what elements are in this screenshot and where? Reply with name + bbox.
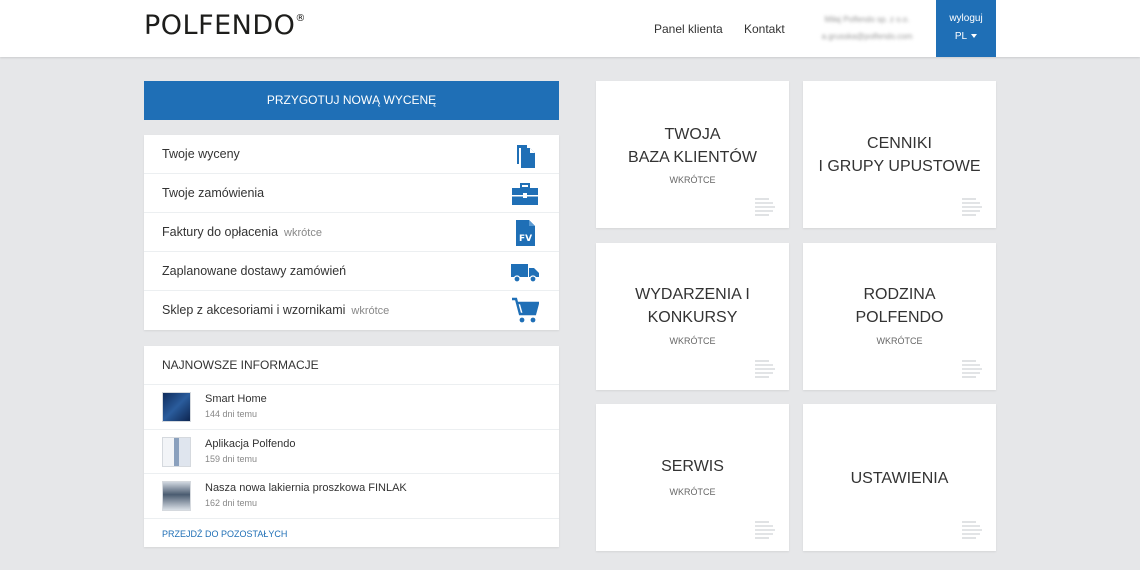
tile-coming-soon: WKRÓTCE	[669, 336, 716, 346]
news-item[interactable]: Nasza nowa lakiernia proszkowa FINLAK 16…	[144, 474, 559, 519]
client-menu: Twoje wyceny Twoje zamówienia Faktury do…	[144, 135, 559, 330]
registered-mark: ®	[295, 13, 306, 24]
user-email: a.grusska@polfendo.com	[821, 32, 913, 41]
truck-icon	[511, 264, 539, 283]
tile-coming-soon: WKRÓTCE	[876, 336, 923, 346]
coming-soon-label: wkrótce	[351, 305, 390, 317]
briefcase-icon	[512, 183, 538, 205]
logo-text: POLFENDO	[144, 10, 296, 41]
svg-text:FV: FV	[519, 234, 532, 244]
news-item-title: Aplikacja Polfendo	[205, 437, 296, 450]
lines-icon	[962, 360, 982, 378]
tile-service[interactable]: SERWIS WKRÓTCE	[596, 404, 789, 551]
tile-title: USTAWIENIA	[850, 470, 949, 487]
tile-settings[interactable]: USTAWIENIA	[803, 404, 996, 551]
menu-item-label: Sklep z akcesoriami i wzornikami	[162, 303, 346, 317]
menu-item-label: Faktury do opłacenia	[162, 225, 279, 239]
user-company: Miłaj Polfendo sp. z o.o.	[824, 15, 910, 24]
menu-item-orders[interactable]: Twoje zamówienia	[144, 174, 559, 213]
cart-icon	[512, 297, 539, 323]
coming-soon-label: wkrótce	[284, 227, 322, 239]
news-thumbnail	[162, 436, 191, 467]
news-item-title: Smart Home	[205, 393, 267, 405]
menu-item-invoices[interactable]: Faktury do opłacenia wkrótce FV	[144, 213, 559, 252]
news-item[interactable]: Smart Home 144 dni temu	[144, 385, 559, 430]
menu-item-label: Twoje wyceny	[162, 147, 240, 161]
news-item-title: Nasza nowa lakiernia proszkowa FINLAK	[205, 482, 407, 494]
account-box: wyloguj PL	[936, 0, 996, 57]
lines-icon	[962, 198, 982, 216]
tile-title: WYDARZENIA I KONKURSY	[635, 286, 750, 326]
logout-link[interactable]: wyloguj	[936, 13, 996, 24]
news-thumbnail	[162, 481, 191, 511]
tile-coming-soon: WKRÓTCE	[669, 487, 716, 497]
menu-item-label: Zaplanowane dostawy zamówień	[162, 264, 347, 278]
tile-coming-soon: WKRÓTCE	[669, 175, 716, 185]
tile-title: RODZINA POLFENDO	[855, 286, 944, 326]
nav-contact[interactable]: Kontakt	[744, 22, 785, 36]
lines-icon	[755, 198, 775, 216]
news-panel: NAJNOWSZE INFORMACJE Smart Home 144 dni …	[144, 346, 559, 547]
tile-title: CENNIKI I GRUPY UPUSTOWE	[818, 135, 981, 175]
user-info: Miłaj Polfendo sp. z o.o. a.grusska@polf…	[812, 11, 922, 45]
tile-price-lists[interactable]: CENNIKI I GRUPY UPUSTOWE	[803, 81, 996, 228]
polfendo-logo[interactable]: POLFENDO®	[144, 10, 306, 41]
tile-title: SERWIS	[661, 458, 724, 475]
tile-polfendo-family[interactable]: RODZINA POLFENDO WKRÓTCE	[803, 243, 996, 390]
menu-item-shop[interactable]: Sklep z akcesoriami i wzornikami wkrótce	[144, 291, 559, 330]
lines-icon	[755, 360, 775, 378]
menu-item-quotes[interactable]: Twoje wyceny	[144, 135, 559, 174]
tile-events[interactable]: WYDARZENIA I KONKURSY WKRÓTCE	[596, 243, 789, 390]
caret-down-icon	[971, 34, 978, 39]
language-dropdown[interactable]: PL	[936, 31, 996, 42]
news-thumbnail	[162, 392, 191, 422]
see-more-news-link[interactable]: PRZEJDŹ DO POZOSTAŁYCH	[162, 529, 287, 539]
lines-icon	[962, 521, 982, 539]
menu-item-deliveries[interactable]: Zaplanowane dostawy zamówień	[144, 252, 559, 291]
news-item[interactable]: Aplikacja Polfendo 159 dni temu	[144, 430, 559, 474]
top-header: POLFENDO® Panel klienta Kontakt Miłaj Po…	[0, 0, 1140, 57]
news-heading: NAJNOWSZE INFORMACJE	[144, 346, 559, 385]
new-quote-button[interactable]: PRZYGOTUJ NOWĄ WYCENĘ	[144, 81, 559, 120]
documents-icon	[517, 145, 535, 168]
tile-title: TWOJA BAZA KLIENTÓW	[628, 126, 757, 166]
nav-client-panel[interactable]: Panel klienta	[654, 22, 723, 36]
news-item-date: 162 dni temu	[205, 498, 258, 508]
news-item-date: 159 dni temu	[205, 453, 258, 464]
tile-client-base[interactable]: TWOJA BAZA KLIENTÓW WKRÓTCE	[596, 81, 789, 228]
language-value: PL	[954, 31, 968, 42]
menu-item-label: Twoje zamówienia	[162, 186, 265, 200]
lines-icon	[755, 521, 775, 539]
news-item-date: 144 dni temu	[205, 409, 258, 419]
invoice-icon: FV	[516, 220, 535, 246]
